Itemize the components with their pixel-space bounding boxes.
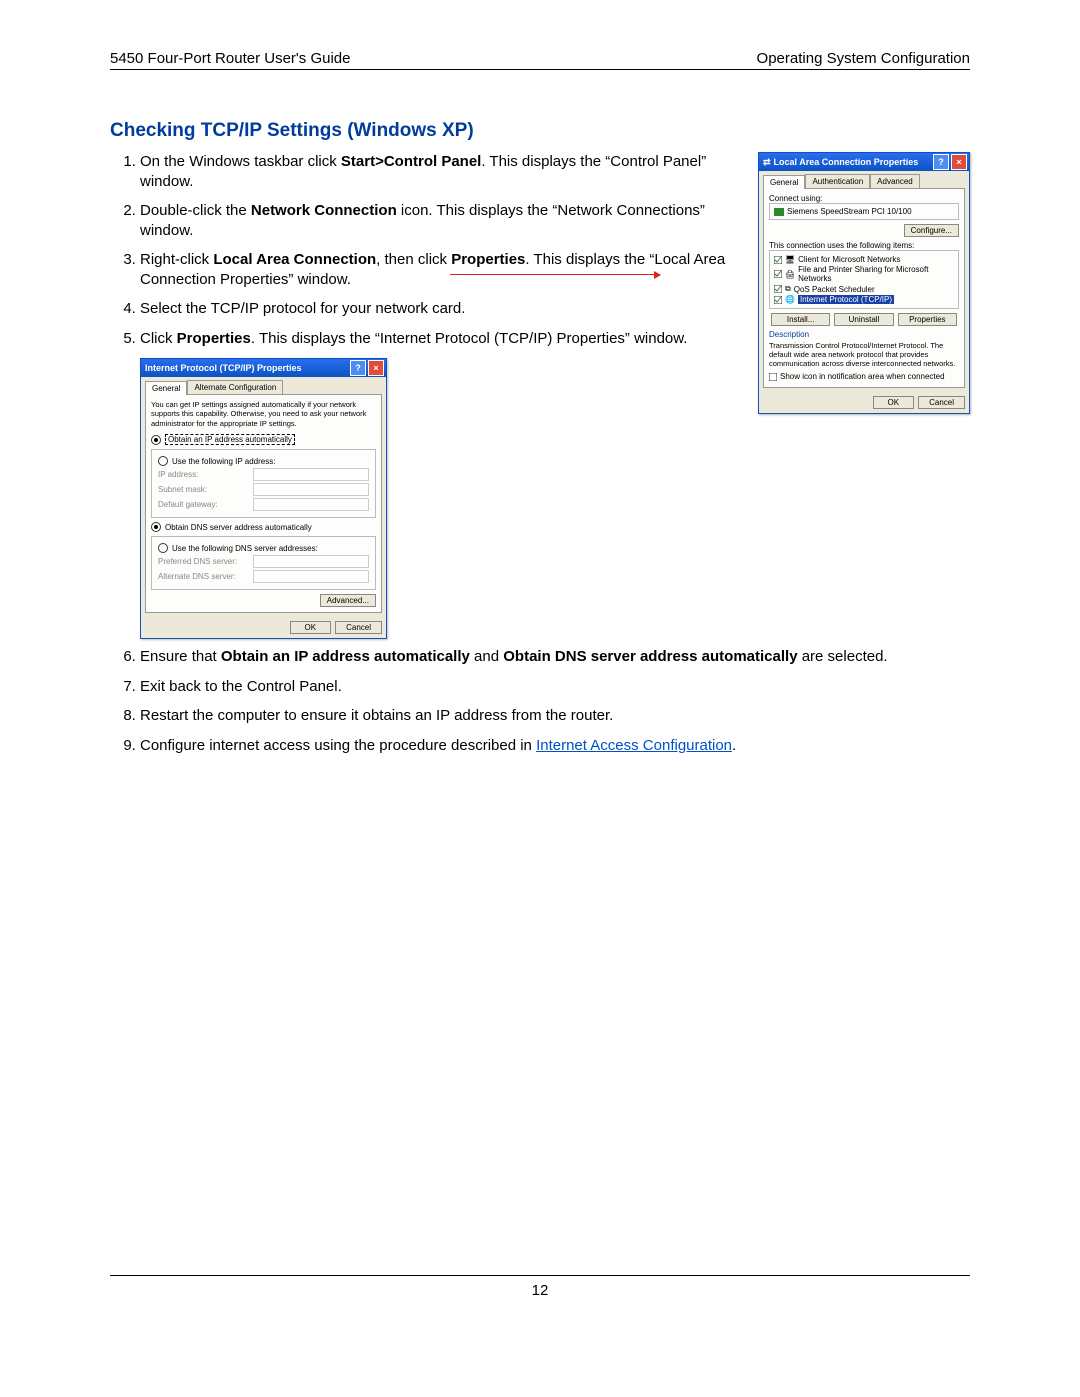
notify-label: Show icon in notification area when conn…	[780, 372, 945, 381]
ok-button[interactable]: OK	[873, 396, 915, 409]
qos-icon: ⧉	[785, 284, 791, 294]
pdns-field	[253, 555, 369, 568]
ip-field	[253, 468, 369, 481]
page-number: 12	[110, 1275, 970, 1299]
uninstall-button[interactable]: Uninstall	[834, 313, 893, 326]
adns-label: Alternate DNS server:	[158, 572, 253, 581]
conn-titlebar: ⇄ Local Area Connection Properties ? ×	[759, 153, 969, 171]
pdns-label: Preferred DNS server:	[158, 557, 253, 566]
tcpip-titlebar: Internet Protocol (TCP/IP) Properties ? …	[141, 359, 386, 377]
tab-altconfig[interactable]: Alternate Configuration	[187, 380, 283, 394]
mask-field	[253, 483, 369, 496]
adns-field	[253, 570, 369, 583]
section-title: Checking TCP/IP Settings (Windows XP)	[110, 120, 970, 142]
step-9: Configure internet access using the proc…	[140, 736, 970, 756]
tab-advanced[interactable]: Advanced	[870, 174, 920, 188]
conn-title: Local Area Connection Properties	[774, 157, 919, 167]
items-list[interactable]: 🖥Client for Microsoft Networks 🖨File and…	[769, 250, 959, 309]
list-item-selected: Internet Protocol (TCP/IP)	[798, 295, 894, 304]
link-internet-access-config[interactable]: Internet Access Configuration	[536, 737, 732, 754]
ok-button[interactable]: OK	[290, 621, 332, 634]
conn-props-dialog: ⇄ Local Area Connection Properties ? × G…	[758, 152, 970, 414]
help-icon[interactable]: ?	[350, 360, 366, 376]
tcpip-props-dialog: Internet Protocol (TCP/IP) Properties ? …	[140, 358, 387, 639]
tcpip-title: Internet Protocol (TCP/IP) Properties	[145, 363, 302, 373]
close-icon[interactable]: ×	[368, 360, 384, 376]
netconn-icon: ⇄	[763, 157, 771, 168]
header-left: 5450 Four-Port Router User's Guide	[110, 50, 350, 67]
gw-field	[253, 498, 369, 511]
computer-icon: 🖥	[785, 255, 795, 264]
nic-icon	[774, 208, 784, 216]
gw-label: Default gateway:	[158, 500, 253, 509]
header-right: Operating System Configuration	[757, 50, 970, 67]
radio-auto-dns[interactable]: Obtain DNS server address automatically	[151, 522, 376, 532]
configure-button[interactable]: Configure...	[904, 224, 959, 237]
checkbox-icon[interactable]	[774, 256, 782, 264]
step-8: Restart the computer to ensure it obtain…	[140, 706, 970, 726]
step-7: Exit back to the Control Panel.	[140, 677, 970, 697]
ip-label: IP address:	[158, 470, 253, 479]
mask-label: Subnet mask:	[158, 485, 253, 494]
list-item: QoS Packet Scheduler	[794, 285, 875, 294]
connect-using-label: Connect using:	[769, 194, 959, 203]
tab-general[interactable]: General	[145, 381, 187, 395]
step-6: Ensure that Obtain an IP address automat…	[140, 647, 970, 667]
uses-label: This connection uses the following items…	[769, 241, 959, 250]
tab-general[interactable]: General	[763, 175, 805, 189]
printer-icon: 🖨	[785, 270, 795, 279]
checkbox-icon[interactable]	[774, 296, 782, 304]
steps-list-cont: Ensure that Obtain an IP address automat…	[110, 647, 970, 755]
tcpip-blurb: You can get IP settings assigned automat…	[151, 400, 376, 428]
radio-use-dns[interactable]: Use the following DNS server addresses:	[158, 543, 369, 553]
help-icon[interactable]: ?	[933, 154, 949, 170]
checkbox-icon[interactable]	[774, 285, 782, 293]
checkbox-icon[interactable]	[774, 270, 782, 278]
description-text: Transmission Control Protocol/Internet P…	[769, 341, 959, 368]
install-button[interactable]: Install...	[771, 313, 830, 326]
tab-authentication[interactable]: Authentication	[805, 174, 870, 188]
list-item: File and Printer Sharing for Microsoft N…	[798, 265, 954, 283]
advanced-button[interactable]: Advanced...	[320, 594, 376, 607]
cancel-button[interactable]: Cancel	[335, 621, 382, 634]
radio-use-ip[interactable]: Use the following IP address:	[158, 456, 369, 466]
cancel-button[interactable]: Cancel	[918, 396, 965, 409]
callout-arrow	[450, 274, 660, 275]
close-icon[interactable]: ×	[951, 154, 967, 170]
list-item: Client for Microsoft Networks	[798, 255, 900, 264]
description-label: Description	[769, 330, 959, 339]
tcpip-icon: 🌐	[785, 295, 795, 304]
radio-auto-ip[interactable]: Obtain an IP address automatically	[151, 434, 376, 445]
checkbox-icon[interactable]	[769, 373, 777, 381]
properties-button[interactable]: Properties	[898, 313, 957, 326]
adapter-name: Siemens SpeedStream PCI 10/100	[787, 207, 912, 216]
